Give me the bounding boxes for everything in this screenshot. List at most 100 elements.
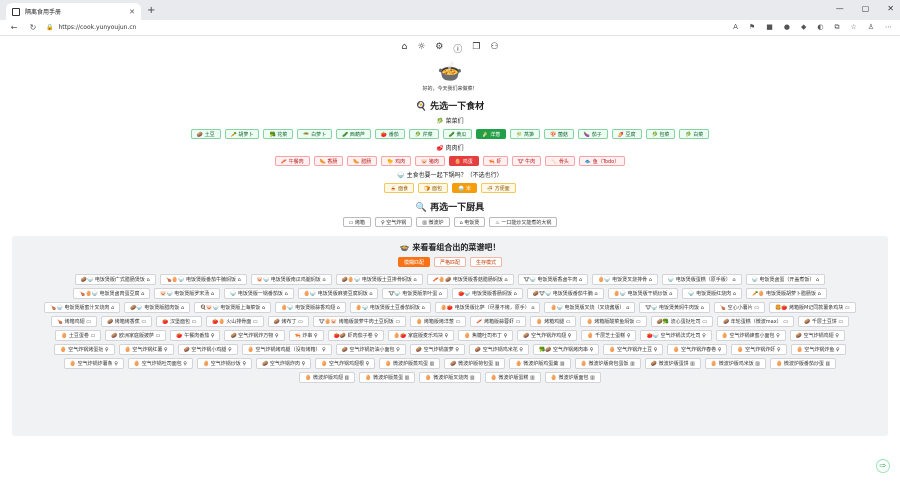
tool-chip[interactable]: ♨ 一口能炒又能煮的大锅	[489, 217, 558, 227]
tool-chip[interactable]: ⌂ 电饭煲	[453, 217, 486, 227]
recipe-item[interactable]: 🥚🍚 电饭煲版麻婆豆腐焖饭 ⌂	[297, 288, 379, 299]
recipe-item[interactable]: 🥦🥔 空气炸锅烤肉串 ♀	[532, 344, 600, 355]
recipe-item[interactable]: 🥔🥦 流心蛋挞吐司 ▭	[650, 316, 713, 327]
recipe-item[interactable]: 🥚 空气炸锅炸虾 ♀	[731, 344, 787, 355]
recipe-item[interactable]: 🥚 空气炸锅炸春卷 ♀	[667, 344, 728, 355]
recipe-item[interactable]: 🥔 欧洲家庭版披萨 ▭	[105, 330, 167, 341]
meat-chip[interactable]: 🐷 猪肉	[415, 156, 445, 166]
recipe-item[interactable]: 🥔 微波炉版荷包蛋 ▥	[444, 358, 506, 369]
recipe-item[interactable]: 🍗🥚🍚 电饭煲卤肉蛋豆腐 ⌂	[73, 288, 151, 299]
recipe-item[interactable]: 🥔 微波炉版蛋饼 ▥	[644, 358, 701, 369]
veg-chip[interactable]: 🥬 包菜	[645, 129, 676, 139]
top-nav-icon[interactable]: ⓘ	[453, 42, 462, 55]
meat-chip[interactable]: 🥓 午餐肉	[274, 156, 310, 166]
tool-chip[interactable]: ▥ 微波炉	[416, 217, 450, 227]
recipe-item[interactable]: 🥚 空气炸锅烤蛋挞 ♀	[54, 344, 115, 355]
recipe-item[interactable]: 🥔 空气炸锅炸鸡翅 ♀	[517, 330, 578, 341]
veg-chip[interactable]: 🥬 芹菜	[408, 129, 439, 139]
recipe-item[interactable]: 🦐 炸串 ♀	[288, 330, 324, 341]
minimize-button[interactable]: —	[836, 4, 844, 13]
recipe-item[interactable]: 🥚 微波炉版面包 ▥	[544, 372, 601, 383]
url-field[interactable]: 🔒 https://cook.yunyoujun.cn	[46, 22, 526, 34]
recipe-item[interactable]: 🥔 烤箱烤香蕉 ▭	[100, 316, 153, 327]
recipe-item[interactable]: 🥚 空气炸锅吐司面包 ♀	[127, 358, 193, 369]
recipe-item[interactable]: 🥚🍚 电饭煲版叉烧（叉烧酱版） ⌂	[544, 302, 636, 313]
recipe-item[interactable]: 🥚🍚 电饭煲版蒜香鸡翅 ⌂	[275, 302, 346, 313]
veg-chip[interactable]: 🍠 豆腐	[611, 129, 642, 139]
staple-chip[interactable]: 🍝 面食	[384, 183, 415, 193]
reload-icon[interactable]: ↻	[27, 23, 39, 32]
veg-chip[interactable]: 🥒 西葫芦	[336, 129, 371, 139]
top-nav-icon[interactable]: ❐	[472, 42, 480, 55]
veg-chip[interactable]: 🥬 白菜	[679, 129, 710, 139]
float-action-button[interactable]: ⇨	[876, 459, 890, 473]
recipe-item[interactable]: 🥚🍚 电饭煲叉烧排骨 ⌂	[592, 274, 658, 285]
meat-chip[interactable]: 🐮 牛肉	[511, 156, 542, 166]
veg-chip[interactable]: 🥔 土豆	[190, 129, 221, 139]
veg-chip[interactable]: 🎋 莴笋	[510, 129, 541, 139]
extension-icon[interactable]: ◆	[801, 23, 806, 32]
veg-chip[interactable]: 🍆 茄子	[577, 129, 608, 139]
recipe-item[interactable]: 🥚 微波炉版鸡翅 ▥	[299, 372, 356, 383]
meat-chip[interactable]: 🥚 鸡蛋	[448, 156, 479, 166]
veg-chip[interactable]: 🥗 白萝卜	[297, 129, 333, 139]
extension-icon[interactable]: ■	[766, 23, 773, 32]
recipe-item[interactable]: 🥔🍚 电饭煲版广式腊肠煲饭 ⌂	[74, 274, 156, 285]
recipe-item[interactable]: 🍗 烤箱鸡翅 ▭	[50, 316, 97, 327]
recipe-item[interactable]: 🥔 千层土豆饼 ▭	[798, 316, 850, 327]
recipe-item[interactable]: 🥓 烤箱版蒜蓉虾 ▭	[470, 316, 527, 327]
recipe-item[interactable]: 🍗🥚🍚 电饭煲版番茄牛腩焖饭 ⌂	[159, 274, 247, 285]
recipe-item[interactable]: 🍚 电饭煲卤蛋（开盖煮饭） ⌂	[745, 274, 826, 285]
recipe-item[interactable]: 🐮🍚 电饭煲版茶叶蛋 ⌂	[382, 288, 448, 299]
recipe-item[interactable]: 🍚 电饭煲版红烧肉 ⌂	[682, 288, 742, 299]
recipe-item[interactable]: 🥚 微波炉版荷包蛋饭 ▥	[574, 358, 641, 369]
recipe-item[interactable]: 🥚 烤箱版烤洋葱 ▭	[410, 316, 467, 327]
meat-chip[interactable]: 🦐 虾	[482, 156, 508, 166]
close-window-button[interactable]: ✕	[887, 4, 894, 13]
recipe-item[interactable]: 🐮🥚🐷 烤箱版菠萝牛肉土豆焖饭 ▭	[312, 316, 407, 327]
profile-icon[interactable]: ♙	[868, 23, 874, 32]
recipe-item[interactable]: 🍅🥔 虾肉茄子卷 ♀	[327, 330, 384, 341]
meat-chip[interactable]: 🦴 骨头	[545, 156, 575, 166]
recipe-item[interactable]: 🥔 空气炸锅鸡翅 ♀	[789, 330, 845, 341]
match-mode-button[interactable]: 模糊匹配	[397, 257, 430, 267]
tool-chip[interactable]: ▭ 烤箱	[342, 217, 371, 227]
recipe-item[interactable]: 🥚 微波炉版蒸鸡蛋 ▥	[379, 358, 441, 369]
close-tab-icon[interactable]: ✕	[129, 8, 135, 16]
veg-chip[interactable]: 🥕 胡萝卜	[224, 129, 260, 139]
menu-icon[interactable]: ⋯	[885, 23, 892, 32]
recipe-item[interactable]: 🍅🥚 火山排骨面 ▭	[206, 316, 264, 327]
recipe-item[interactable]: 🥚 空气炸锅鸡翅根 ♀	[315, 358, 376, 369]
veg-chip[interactable]: 🍄 菌菇	[544, 129, 574, 139]
recipe-item[interactable]: 🍳🐷🍚 电饭煲版上海菜饭 ⌂	[194, 302, 272, 313]
veg-chip[interactable]: 🥦 花菜	[263, 129, 294, 139]
staple-chip[interactable]: 🍞 面包	[418, 183, 448, 193]
staple-chip[interactable]: 🍚 米	[452, 183, 477, 193]
recipe-item[interactable]: 🥚 空气炸锅炸薯条 ♀	[63, 358, 124, 369]
recipe-item[interactable]: 🥔 年轮蛋糕（微波max） ▭	[716, 316, 794, 327]
recipe-item[interactable]: 🥚 烤箱鸡腿 ▭	[530, 316, 577, 327]
meat-chip[interactable]: 🐤 鸡肉	[381, 156, 412, 166]
recipe-item[interactable]: 🐷🍚 电饭煲版罗宋汤 ⌂	[154, 288, 221, 299]
top-nav-icon[interactable]: ⚙	[435, 42, 443, 55]
meat-chip[interactable]: 🌭 香肠	[313, 156, 344, 166]
extension-icon[interactable]: ●	[784, 23, 790, 32]
recipe-item[interactable]: 🥚 空气炸锅蜂蜜小面包 ♀	[715, 330, 786, 341]
recipe-item[interactable]: 🥓🥚🥔 电饭煲版香菇腊肠焖饭 ⌂	[426, 274, 514, 285]
recipe-item[interactable]: 🍗🍚 电饭煲版蜜汁叉烧肉 ⌂	[44, 302, 121, 313]
back-icon[interactable]: ←	[8, 23, 20, 32]
top-nav-icon[interactable]: ⌂	[401, 42, 407, 55]
recipe-item[interactable]: 🍅🍚 空气炸锅法式吐司 ♀	[640, 330, 712, 341]
recipe-item[interactable]: 🥚🍚 电饭煲版干锅炒饭 ⌂	[607, 288, 679, 299]
match-mode-button[interactable]: 生存模式	[470, 257, 503, 267]
recipe-item[interactable]: 🥚 焦糖吐司布丁 ♀	[458, 330, 514, 341]
recipe-item[interactable]: 🥔 空气炸锅奶油小面包 ♀	[335, 344, 406, 355]
top-nav-icon[interactable]: ☼	[417, 42, 425, 55]
recipe-item[interactable]: 🥔 空气炸锅炸肉 ♀	[256, 358, 312, 369]
recipe-item[interactable]: 🥚 微波炉版鸡米饭 ▥	[704, 358, 767, 369]
favorites-icon[interactable]: ☆	[850, 23, 856, 32]
read-aloud-icon[interactable]: A	[733, 23, 738, 32]
maximize-button[interactable]: ▢	[862, 4, 870, 13]
recipe-item[interactable]: 🥚 土豆蛋卷 ▭	[55, 330, 102, 341]
recipe-item[interactable]: 🥕🥚 电饭煲版胡萝卜腊肠饭 ⌂	[745, 288, 827, 299]
